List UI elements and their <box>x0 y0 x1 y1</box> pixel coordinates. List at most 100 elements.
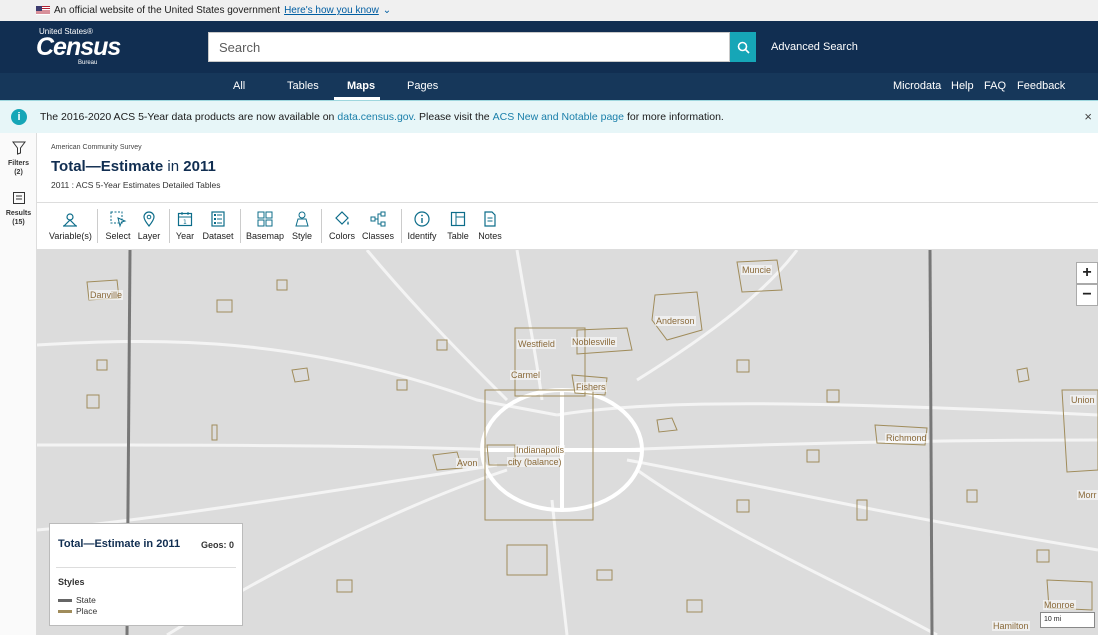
search-icon <box>737 41 750 54</box>
city-label-morr: Morr <box>1077 490 1098 500</box>
select-label: Select <box>105 231 131 241</box>
close-icon[interactable]: × <box>1084 109 1092 124</box>
results-label: Results <box>5 210 32 217</box>
left-rail: Filters (2) Results (15) <box>0 133 37 635</box>
layer-button[interactable]: Layer <box>135 210 163 241</box>
logo-bottom-text: Bureau <box>78 60 98 66</box>
toolbar-separator <box>169 209 170 243</box>
style-button[interactable]: Style <box>289 210 315 241</box>
city-label-fishers: Fishers <box>575 382 607 392</box>
basemap-label: Basemap <box>245 231 285 241</box>
city-label-monroe: Monroe <box>1043 600 1076 610</box>
title-year: 2011 <box>183 158 216 175</box>
filters-label: Filters <box>7 160 29 167</box>
zoom-in-button[interactable]: + <box>1076 262 1098 284</box>
filters-button[interactable]: Filters (2) <box>0 141 37 177</box>
variables-icon <box>63 213 77 227</box>
variables-button[interactable]: Variable(s) <box>49 210 92 241</box>
table-icon <box>450 211 466 227</box>
legend-styles-heading: Styles <box>58 577 85 587</box>
identify-label: Identify <box>407 231 437 241</box>
place-swatch <box>58 609 72 613</box>
colors-label: Colors <box>328 231 355 241</box>
advanced-search-link[interactable]: Advanced Search <box>771 41 858 53</box>
survey-name: American Community Survey <box>51 144 142 151</box>
gov-banner-text: An official website of the United States… <box>54 5 281 16</box>
state-swatch <box>58 598 72 602</box>
tab-maps[interactable]: Maps <box>347 80 375 92</box>
filters-count: (2) <box>14 169 23 176</box>
classes-button[interactable]: Classes <box>361 210 395 241</box>
legend-item-state: State <box>58 595 96 605</box>
basemap-button[interactable]: Basemap <box>245 210 285 241</box>
legend-divider <box>56 567 236 568</box>
search-input[interactable]: Search <box>208 32 730 62</box>
census-logo[interactable]: United States® Census Bureau <box>36 27 121 67</box>
legend-geos-count: Geos: 0 <box>200 540 234 550</box>
filter-icon <box>11 141 26 155</box>
paint-bucket-icon <box>335 211 349 225</box>
tab-tables[interactable]: Tables <box>287 80 319 92</box>
map-toolbar: Variable(s) Select Layer 1 Year Dataset … <box>37 203 1098 250</box>
table-label: Table <box>447 231 469 241</box>
acs-new-notable-link[interactable]: ACS New and Notable page <box>493 111 624 123</box>
city-label-indianapolis: Indianapolis <box>515 445 566 455</box>
calendar-icon: 1 <box>177 212 193 227</box>
info-icon: i <box>11 109 27 125</box>
city-label-anderson: Anderson <box>655 316 696 326</box>
basemap-grid-icon <box>257 211 273 227</box>
city-label-noblesville: Noblesville <box>571 337 617 347</box>
data-census-gov-link[interactable]: data.census.gov. <box>337 111 416 123</box>
city-label-union: Union <box>1070 395 1096 405</box>
variables-label: Variable(s) <box>49 231 92 241</box>
info-circle-icon <box>414 211 430 227</box>
city-label-indianapolis-balance: city (balance) <box>507 457 563 467</box>
notes-icon <box>484 211 496 227</box>
heres-how-you-know-link[interactable]: Here's how you know <box>284 5 379 16</box>
select-button[interactable]: Select <box>103 210 133 241</box>
location-pin-icon <box>143 211 155 227</box>
table-button[interactable]: Table <box>445 210 471 241</box>
select-icon <box>110 211 127 228</box>
colors-button[interactable]: Colors <box>327 210 357 241</box>
map-legend: Total—Estimate in 2011 Geos: 0 Styles St… <box>49 523 243 626</box>
search-button[interactable] <box>730 32 756 62</box>
city-label-danville: Danville <box>89 290 124 300</box>
us-flag-icon <box>36 6 50 15</box>
toolbar-separator <box>240 209 241 243</box>
notes-button[interactable]: Notes <box>477 210 503 241</box>
city-label-muncie: Muncie <box>741 265 773 275</box>
faq-link[interactable]: FAQ <box>984 80 1006 92</box>
identify-button[interactable]: Identify <box>407 210 437 241</box>
tab-pages[interactable]: Pages <box>407 80 438 92</box>
city-label-avon: Avon <box>456 458 479 468</box>
map-scale-bar: 10 mi <box>1040 612 1095 628</box>
city-label-carmel: Carmel <box>510 370 542 380</box>
city-label-westfield: Westfield <box>517 339 556 349</box>
results-count: (15) <box>12 219 25 226</box>
chevron-down-icon[interactable]: ⌄ <box>383 5 391 16</box>
year-button[interactable]: 1 Year <box>174 210 196 241</box>
feedback-link[interactable]: Feedback <box>1017 80 1065 92</box>
results-button[interactable]: Results (15) <box>0 191 37 227</box>
results-icon <box>12 192 25 204</box>
page-title: Total—Estimate in 2011 <box>51 158 216 175</box>
microdata-link[interactable]: Microdata <box>893 80 941 92</box>
title-main: Total—Estimate <box>51 158 164 175</box>
title-in: in <box>163 158 184 175</box>
layer-label: Layer <box>137 231 161 241</box>
city-label-richmond: Richmond <box>885 433 928 443</box>
page-subtitle: 2011 : ACS 5-Year Estimates Detailed Tab… <box>51 180 221 190</box>
legend-item-place: Place <box>58 606 97 616</box>
title-area: American Community Survey Total—Estimate… <box>37 133 1098 203</box>
dataset-button[interactable]: Dataset <box>201 210 235 241</box>
help-link[interactable]: Help <box>951 80 974 92</box>
notice-banner: i The 2016-2020 ACS 5-Year data products… <box>0 100 1098 133</box>
zoom-out-button[interactable]: − <box>1076 284 1098 306</box>
style-icon <box>295 211 309 227</box>
notice-text-3: for more information. <box>626 111 724 123</box>
svg-text:1: 1 <box>183 219 187 226</box>
classes-icon <box>370 211 386 227</box>
toolbar-separator <box>401 209 402 243</box>
tab-all[interactable]: All <box>233 80 245 92</box>
